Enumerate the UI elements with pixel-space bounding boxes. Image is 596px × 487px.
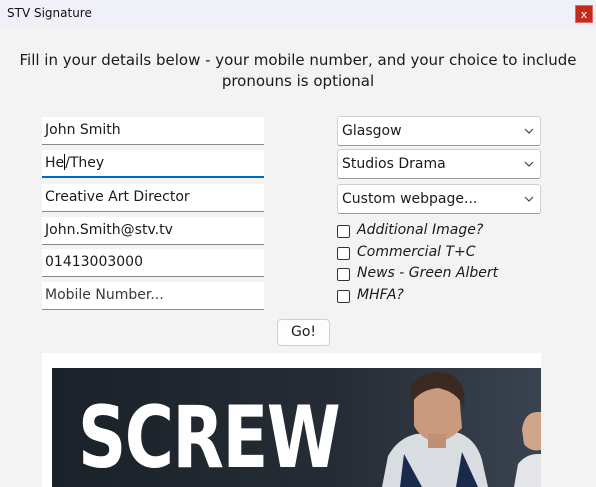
title-bar: STV Signature x	[0, 0, 596, 28]
job-title-field[interactable]: Creative Art Director	[42, 184, 264, 212]
news-green-albert-label: News - Green Albert	[357, 265, 499, 281]
mhfa-label: MHFA?	[357, 287, 404, 303]
additional-image-checkbox[interactable]	[337, 225, 350, 238]
news-green-albert-checkbox[interactable]	[337, 268, 350, 281]
webpage-selected-value: Custom webpage...	[342, 191, 478, 207]
department-selected-value: Studios Drama	[342, 156, 446, 172]
additional-image-label: Additional Image?	[357, 222, 484, 238]
window-title: STV Signature	[7, 6, 92, 20]
email-field[interactable]: John.Smith@stv.tv	[42, 217, 264, 245]
pronouns-field[interactable]: He/They	[42, 150, 264, 178]
location-selected-value: Glasgow	[342, 123, 402, 139]
phone-field[interactable]: 01413003000	[42, 249, 264, 277]
webpage-dropdown[interactable]: Custom webpage...	[337, 184, 541, 214]
commercial-tc-checkbox[interactable]	[337, 247, 350, 260]
name-field[interactable]: John Smith	[42, 117, 264, 145]
pronouns-text-before-caret: He	[45, 155, 65, 171]
mobile-number-field[interactable]: Mobile Number...	[42, 282, 264, 310]
chevron-down-icon	[524, 161, 534, 167]
close-button[interactable]: x	[575, 5, 593, 23]
commercial-tc-label: Commercial T+C	[357, 244, 476, 260]
chevron-down-icon	[524, 196, 534, 202]
instructions-text: Fill in your details below - your mobile…	[19, 51, 577, 90]
banner-headline-text: SCREW	[78, 388, 341, 487]
pronouns-text-after-caret: /They	[65, 155, 105, 171]
department-dropdown[interactable]: Studios Drama	[337, 149, 541, 179]
mhfa-checkbox[interactable]	[337, 290, 350, 303]
chevron-down-icon	[524, 128, 534, 134]
signature-banner-image: SCREW	[52, 368, 541, 487]
location-dropdown[interactable]: Glasgow	[337, 116, 541, 146]
go-button[interactable]: Go!	[277, 319, 330, 346]
